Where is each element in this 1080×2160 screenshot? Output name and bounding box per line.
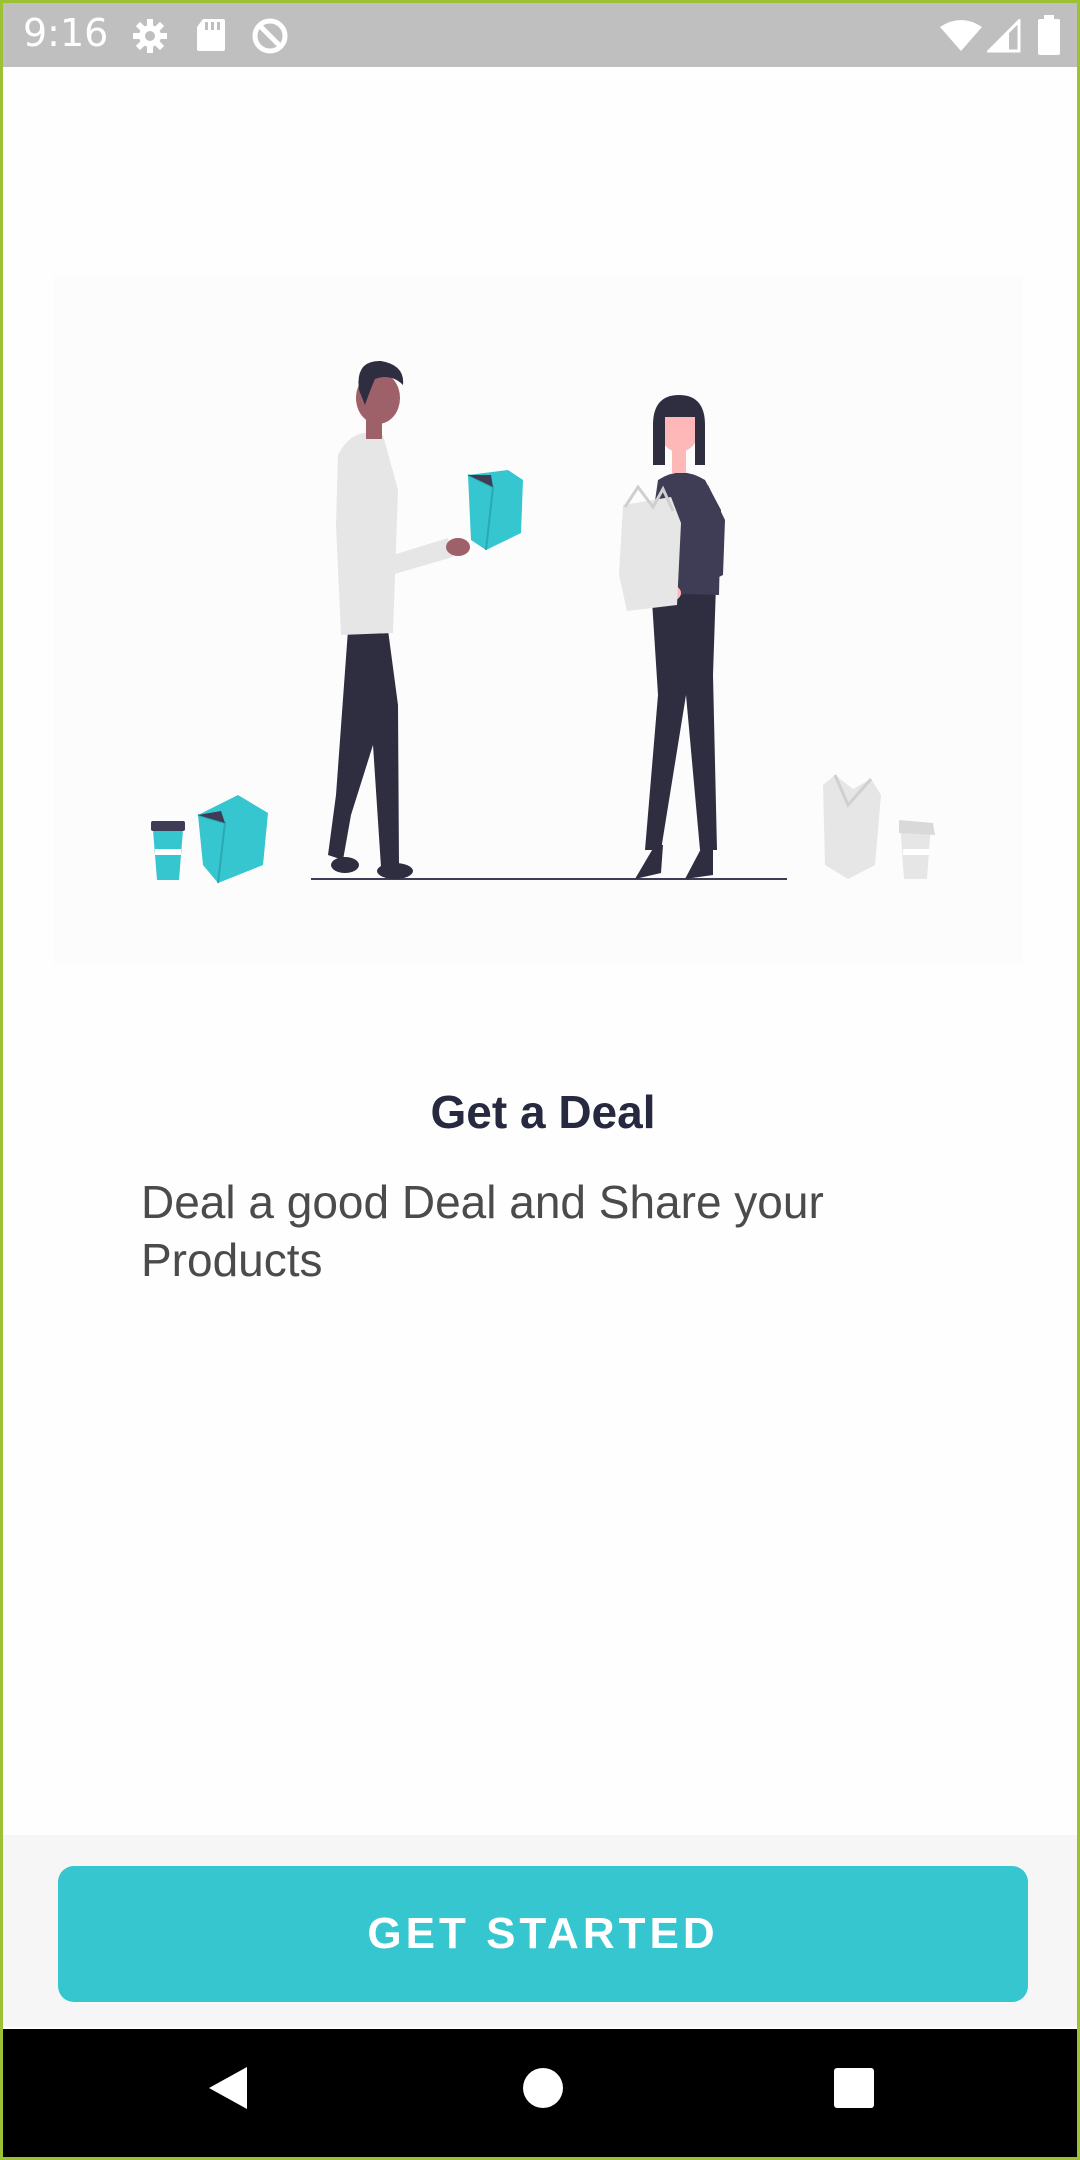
onboarding-illustration	[53, 275, 1023, 965]
onboarding-description: Deal a good Deal and Share your Products	[141, 1176, 824, 1286]
takeout-box-left	[197, 795, 268, 884]
status-time: 9:16	[23, 11, 109, 55]
gear-icon	[131, 17, 169, 59]
sync-disabled-icon	[251, 17, 289, 59]
woman-figure	[619, 395, 725, 879]
recents-icon[interactable]	[832, 2063, 876, 2117]
back-icon[interactable]	[205, 2063, 251, 2117]
onboarding-title: Get a Deal	[430, 1086, 656, 1138]
home-icon[interactable]	[521, 2063, 565, 2117]
get-started-label: GET STARTED	[367, 1909, 719, 1958]
coffee-cup-right	[899, 820, 935, 879]
wifi-icon	[939, 19, 983, 57]
system-navigation-bar	[3, 2029, 1077, 2157]
takeout-box-right	[823, 774, 881, 879]
get-started-button[interactable]: GET STARTED	[58, 1866, 1028, 2002]
coffee-cup-left	[151, 821, 185, 880]
man-figure	[328, 360, 523, 879]
cell-signal-icon	[985, 17, 1021, 57]
sd-card-icon	[195, 17, 227, 57]
status-bar: 9:16	[3, 3, 1077, 67]
screen: 9:16 Get a Deal Deal a good Deal and Sha…	[0, 0, 1080, 2160]
battery-icon	[1037, 15, 1061, 59]
